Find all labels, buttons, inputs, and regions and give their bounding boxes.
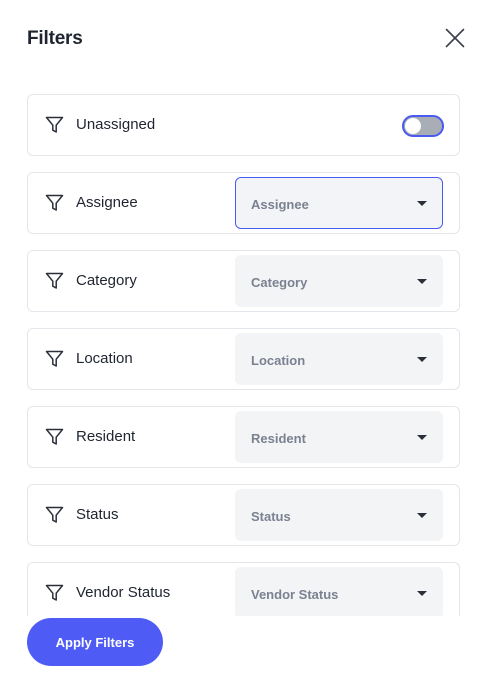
resident-select-placeholder: Resident <box>251 431 306 446</box>
filter-row-resident: Resident Resident <box>27 406 460 468</box>
resident-select[interactable]: Resident <box>235 411 443 463</box>
filter-funnel-icon <box>45 272 64 289</box>
status-select-placeholder: Status <box>251 509 291 524</box>
filter-funnel-icon <box>45 350 64 367</box>
filter-label-category: Category <box>76 272 137 289</box>
assignee-select[interactable]: Assignee <box>235 177 443 229</box>
filter-funnel-icon <box>45 428 64 445</box>
status-select[interactable]: Status <box>235 489 443 541</box>
filter-row-category: Category Category <box>27 250 460 312</box>
close-icon <box>445 28 465 48</box>
unassigned-toggle[interactable] <box>402 115 444 137</box>
filter-funnel-icon <box>45 584 64 601</box>
category-select[interactable]: Category <box>235 255 443 307</box>
caret-down-icon <box>417 201 427 206</box>
filter-row-location: Location Location <box>27 328 460 390</box>
apply-filters-button[interactable]: Apply Filters <box>27 618 163 666</box>
vendor-status-select-placeholder: Vendor Status <box>251 587 339 602</box>
caret-down-icon <box>417 435 427 440</box>
filter-funnel-icon <box>45 116 64 133</box>
vendor-status-select[interactable]: Vendor Status <box>235 567 443 616</box>
location-select-placeholder: Location <box>251 353 306 368</box>
caret-down-icon <box>417 513 427 518</box>
assignee-select-placeholder: Assignee <box>251 197 309 212</box>
filter-label-resident: Resident <box>76 428 136 445</box>
filter-label-location: Location <box>76 350 133 367</box>
toggle-knob <box>405 118 421 134</box>
panel-title: Filters <box>27 28 83 49</box>
filter-list[interactable]: Unassigned Assignee Assignee Category Ca… <box>27 94 460 616</box>
filter-row-unassigned: Unassigned <box>27 94 460 156</box>
caret-down-icon <box>417 591 427 596</box>
filter-row-assignee: Assignee Assignee <box>27 172 460 234</box>
caret-down-icon <box>417 357 427 362</box>
filter-label-assignee: Assignee <box>76 194 138 211</box>
caret-down-icon <box>417 279 427 284</box>
filter-funnel-icon <box>45 194 64 211</box>
close-button[interactable] <box>444 27 466 49</box>
category-select-placeholder: Category <box>251 275 308 290</box>
filter-row-vendor-status: Vendor Status Vendor Status <box>27 562 460 616</box>
filter-label-status: Status <box>76 506 119 523</box>
filter-funnel-icon <box>45 506 64 523</box>
location-select[interactable]: Location <box>235 333 443 385</box>
filter-row-status: Status Status <box>27 484 460 546</box>
filter-label-vendor-status: Vendor Status <box>76 584 171 601</box>
filter-label-unassigned: Unassigned <box>76 116 156 133</box>
